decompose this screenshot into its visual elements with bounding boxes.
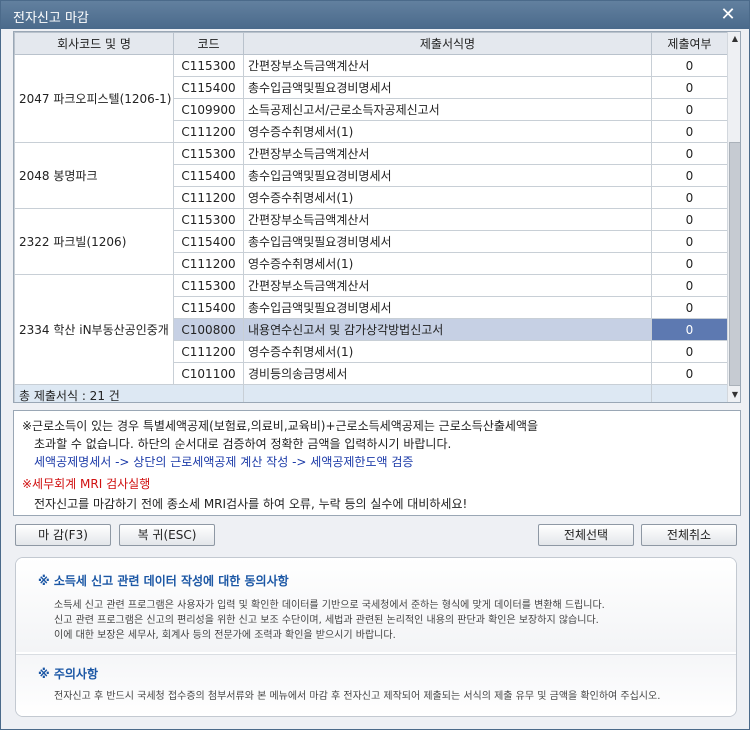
notice-mri-title: ※세무회계 MRI 검사실행 (22, 477, 151, 491)
form-name-cell[interactable]: 경비등의송금명세서 (243, 362, 652, 385)
code-cell[interactable]: C111200 (173, 186, 244, 209)
scroll-down-icon[interactable]: ▼ (728, 388, 740, 402)
forms-grid: 회사코드 및 명 코드 제출서식명 제출여부 2047 파크오피스텔(1206-… (13, 31, 741, 403)
grid-header-row: 회사코드 및 명 코드 제출서식명 제출여부 (14, 32, 728, 55)
close-filing-button[interactable]: 마 감(F3) (15, 524, 111, 546)
form-name-cell[interactable]: 소득공제신고서/근로소득자공제신고서 (243, 98, 652, 121)
consent-panel: ※ 소득세 신고 관련 데이터 작성에 대한 동의사항 소득세 신고 관련 프로… (15, 557, 737, 717)
form-name-cell[interactable]: 총수입금액및필요경비명세서 (243, 76, 652, 99)
code-cell[interactable]: C115300 (173, 142, 244, 165)
grid-scrollbar[interactable]: ▲ ▼ (727, 32, 740, 402)
company-cell[interactable]: 2322 파크빌(1206) (14, 208, 174, 275)
code-cell[interactable]: C115300 (173, 208, 244, 231)
close-icon[interactable]: ✕ (717, 4, 739, 26)
consent-text-3: 이에 대한 보장은 세무사, 회계사 등의 전문가에 조력과 확인을 받으시기 … (54, 630, 396, 641)
header-submitted[interactable]: 제출여부 (651, 32, 728, 55)
consent-text: 소득세 신고 관련 프로그램은 사용자가 입력 및 확인한 데이터를 기반으로 … (54, 598, 605, 643)
form-name-cell[interactable]: 영수증수취명세서(1) (243, 252, 652, 275)
submitted-cell[interactable]: 0 (651, 98, 728, 121)
grid-body: 2047 파크오피스텔(1206-1) C115300 간편장부소득금액계산서 0 C1… (14, 54, 728, 402)
code-cell[interactable]: C115300 (173, 274, 244, 297)
table-row[interactable]: 2047 파크오피스텔(1206-1) C115300 간편장부소득금액계산서 0 (14, 54, 728, 143)
submitted-cell[interactable]: 0 (651, 340, 728, 363)
submitted-cell[interactable]: 0 (651, 54, 728, 77)
title-bar: 전자신고 마감 ✕ (1, 1, 749, 29)
company-cell[interactable]: 2047 파크오피스텔(1206-1) (14, 54, 174, 143)
code-cell[interactable]: C115400 (173, 230, 244, 253)
submitted-cell[interactable]: 0 (651, 120, 728, 143)
select-all-button[interactable]: 전체선택 (538, 524, 634, 546)
header-form-name[interactable]: 제출서식명 (243, 32, 652, 55)
submitted-cell[interactable]: 0 (651, 318, 728, 341)
form-name-cell[interactable]: 내용연수신고서 및 감가상각방법신고서 (243, 318, 652, 341)
e-filing-close-window: 전자신고 마감 ✕ 회사코드 및 명 코드 제출서식명 제출여부 2047 파크… (0, 0, 750, 730)
submitted-cell[interactable]: 0 (651, 362, 728, 385)
notice-verification-steps: 세액공제명세서 -> 상단의 근로세액공제 계산 작성 -> 세액공제한도액 검… (34, 455, 414, 469)
notice-panel: ※근로소득이 있는 경우 특별세액공제(보험료,의료비,교육비)+근로소득세액공… (13, 410, 741, 516)
form-name-cell[interactable]: 간편장부소득금액계산서 (243, 54, 652, 77)
consent-title: ※ 소득세 신고 관련 데이터 작성에 대한 동의사항 (38, 574, 289, 588)
deselect-all-button[interactable]: 전체취소 (641, 524, 737, 546)
total-count: 총 제출서식 : 21 건 (14, 384, 244, 402)
submitted-cell[interactable]: 0 (651, 186, 728, 209)
form-name-cell[interactable]: 총수입금액및필요경비명세서 (243, 230, 652, 253)
submitted-cell[interactable]: 0 (651, 296, 728, 319)
submitted-cell[interactable]: 0 (651, 230, 728, 253)
submitted-cell[interactable]: 0 (651, 76, 728, 99)
header-code[interactable]: 코드 (173, 32, 244, 55)
submitted-cell[interactable]: 0 (651, 164, 728, 187)
forms-table: 회사코드 및 명 코드 제출서식명 제출여부 2047 파크오피스텔(1206-… (14, 32, 728, 402)
scroll-up-icon[interactable]: ▲ (728, 32, 740, 46)
code-cell[interactable]: C101100 (173, 362, 244, 385)
caution-text: 전자신고 후 반드시 국세청 접수증의 첨부서류와 본 메뉴에서 마감 후 전자… (54, 691, 661, 702)
form-name-cell[interactable]: 영수증수취명세서(1) (243, 186, 652, 209)
return-button[interactable]: 복 귀(ESC) (119, 524, 215, 546)
form-name-cell[interactable]: 총수입금액및필요경비명세서 (243, 296, 652, 319)
code-cell[interactable]: C115300 (173, 54, 244, 77)
submitted-cell[interactable]: 0 (651, 274, 728, 297)
caution-section: ※ 주의사항 전자신고 후 반드시 국세청 접수증의 첨부서류와 본 메뉴에서 … (16, 654, 736, 716)
code-cell[interactable]: C115400 (173, 76, 244, 99)
code-cell[interactable]: C111200 (173, 340, 244, 363)
form-name-cell[interactable]: 간편장부소득금액계산서 (243, 142, 652, 165)
total-empty-cell (243, 384, 652, 402)
table-row[interactable]: 2048 봉명파크 C115300 간편장부소득금액계산서 0 (14, 142, 728, 209)
form-name-cell[interactable]: 간편장부소득금액계산서 (243, 208, 652, 231)
consent-section: ※ 소득세 신고 관련 데이터 작성에 대한 동의사항 소득세 신고 관련 프로… (16, 558, 736, 652)
code-cell[interactable]: C100800 (173, 318, 244, 341)
submitted-cell[interactable]: 0 (651, 252, 728, 275)
consent-text-2: 신고 관련 프로그램은 신고의 편리성을 위한 신고 보조 수단이며, 세법과 … (54, 615, 599, 626)
code-cell[interactable]: C115400 (173, 164, 244, 187)
form-name-cell[interactable]: 총수입금액및필요경비명세서 (243, 164, 652, 187)
consent-text-1: 소득세 신고 관련 프로그램은 사용자가 입력 및 확인한 데이터를 기반으로 … (54, 600, 605, 611)
submitted-cell[interactable]: 0 (651, 208, 728, 231)
total-row: 총 제출서식 : 21 건 (14, 384, 728, 402)
notice-line-1: ※근로소득이 있는 경우 특별세액공제(보험료,의료비,교육비)+근로소득세액공… (22, 419, 539, 433)
code-cell[interactable]: C111200 (173, 120, 244, 143)
caution-title: ※ 주의사항 (38, 667, 99, 681)
form-name-cell[interactable]: 영수증수취명세서(1) (243, 120, 652, 143)
form-name-cell[interactable]: 간편장부소득금액계산서 (243, 274, 652, 297)
form-name-cell[interactable]: 영수증수취명세서(1) (243, 340, 652, 363)
notice-mri-text: 전자신고를 마감하기 전에 종소세 MRI검사를 하여 오류, 누락 등의 실수… (34, 497, 468, 511)
window-title: 전자신고 마감 (13, 11, 89, 26)
company-cell[interactable]: 2334 학산 iN부동산공인중개 (14, 274, 174, 385)
company-cell[interactable]: 2048 봉명파크 (14, 142, 174, 209)
table-row[interactable]: 2322 파크빌(1206) C115300 간편장부소득금액계산서 0 (14, 208, 728, 275)
code-cell[interactable]: C115400 (173, 296, 244, 319)
total-empty-cell (651, 384, 728, 402)
code-cell[interactable]: C111200 (173, 252, 244, 275)
header-company[interactable]: 회사코드 및 명 (14, 32, 174, 55)
submitted-cell[interactable]: 0 (651, 142, 728, 165)
table-row[interactable]: 2334 학산 iN부동산공인중개 C115300 간편장부소득금액계산서 0 (14, 274, 728, 385)
code-cell[interactable]: C109900 (173, 98, 244, 121)
notice-line-2: 초과할 수 없습니다. 하단의 순서대로 검증하여 정확한 금액을 입력하시기 … (34, 437, 452, 451)
scroll-thumb[interactable] (729, 142, 740, 386)
